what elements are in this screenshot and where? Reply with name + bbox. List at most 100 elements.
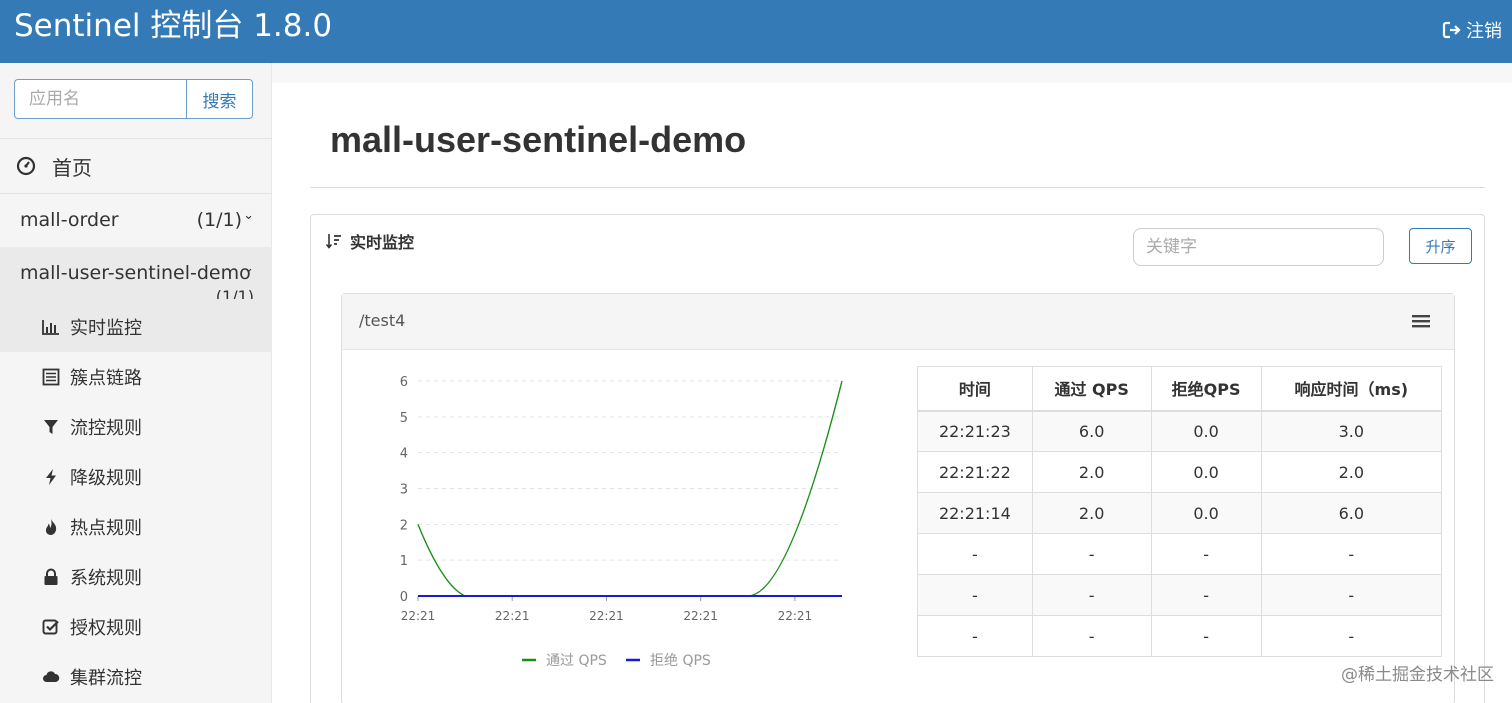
app-search-input[interactable] xyxy=(14,79,186,119)
panel-title: 实时监控 xyxy=(326,229,414,253)
sidebar-item-degrade-rules[interactable]: 降级规则 xyxy=(0,452,272,502)
sidebar-item-label: 授权规则 xyxy=(70,618,142,639)
lock-icon xyxy=(42,568,60,586)
sidebar-item-label: 实时监控 xyxy=(70,318,142,339)
sidebar-item-hotspot-rules[interactable]: 热点规则 xyxy=(0,502,272,552)
monitor-panel: 实时监控 升序 /test4 0 1 2 3 4 5 6 22:21 22:21 22:21 22:… xyxy=(310,214,1485,703)
sign-out-icon xyxy=(1442,21,1461,39)
sidebar-item-cluster-flow[interactable]: 集群流控 xyxy=(0,652,272,702)
top-navbar: Sentinel 控制台 1.8.0 注销 xyxy=(0,0,1512,63)
cell-rt: 3.0 xyxy=(1260,410,1443,452)
y-tick-label: 1 xyxy=(400,554,408,569)
cell-block-qps: 0.0 xyxy=(1150,451,1262,493)
cell-rt: - xyxy=(1260,533,1443,575)
cell-pass-qps: - xyxy=(1031,533,1152,575)
cell-block-qps: 0.0 xyxy=(1150,410,1262,452)
legend-label: 通过 QPS xyxy=(546,653,607,669)
resource-card: /test4 0 1 2 3 4 5 6 22:21 22:21 22:21 22:21 22:21 通… xyxy=(341,293,1455,703)
panel-title-label: 实时监控 xyxy=(350,233,415,252)
table-row: - - - - xyxy=(917,574,1443,616)
cell-rt: 2.0 xyxy=(1260,451,1443,493)
y-tick-label: 3 xyxy=(400,483,408,498)
cell-block-qps: - xyxy=(1150,615,1262,657)
sidebar-item-label: 热点规则 xyxy=(70,518,142,539)
table-row: 22:21:23 6.0 0.0 3.0 xyxy=(917,410,1443,452)
sidebar-item-label: 集群流控 xyxy=(70,668,142,689)
table-row: - - - - xyxy=(917,615,1443,657)
y-tick-label: 5 xyxy=(400,411,408,426)
page-title: mall-user-sentinel-demo xyxy=(330,119,747,160)
sidebar-item-label: 系统规则 xyxy=(70,568,142,589)
list-icon xyxy=(42,368,60,386)
column-header-pass-qps: 通过 QPS xyxy=(1031,366,1152,412)
column-header-rt: 响应时间（ms) xyxy=(1260,366,1443,412)
cell-time: 22:21:22 xyxy=(917,451,1033,493)
cell-pass-qps: - xyxy=(1031,574,1152,616)
dashboard-icon xyxy=(16,156,36,176)
x-tick-label: 22:21 xyxy=(495,609,530,623)
cell-time: - xyxy=(917,615,1033,657)
y-tick-label: 4 xyxy=(400,447,408,462)
keyword-input[interactable] xyxy=(1133,228,1384,266)
fire-icon xyxy=(42,518,60,536)
y-tick-label: 0 xyxy=(400,590,408,605)
app-count: (1/1) xyxy=(196,209,242,231)
cell-block-qps: - xyxy=(1150,533,1262,575)
sidebar-item-realtime-monitor[interactable]: 实时监控 xyxy=(0,302,272,352)
chevron-down-icon: ⌄ xyxy=(243,261,254,276)
cell-block-qps: - xyxy=(1150,574,1262,616)
y-tick-label: 6 xyxy=(400,375,408,390)
sidebar-item-auth-rules[interactable]: 授权规则 xyxy=(0,602,272,652)
sidebar: 搜索 首页 mall-order (1/1) ⌄ mall-user-senti… xyxy=(0,63,272,703)
sidebar-item-label: 降级规则 xyxy=(70,468,142,489)
cell-pass-qps: 2.0 xyxy=(1031,492,1152,534)
table-header-row: 时间 通过 QPS 拒绝QPS 响应时间（ms) xyxy=(917,366,1443,412)
stats-table: 时间 通过 QPS 拒绝QPS 响应时间（ms) 22:21:23 6.0 0.… xyxy=(917,366,1443,657)
table-row: 22:21:14 2.0 0.0 6.0 xyxy=(917,492,1443,534)
sidebar-item-label: 簇点链路 xyxy=(70,368,142,389)
column-header-time: 时间 xyxy=(917,366,1033,412)
app-search: 搜索 xyxy=(14,79,253,119)
x-tick-label: 22:21 xyxy=(589,609,624,623)
menu-icon[interactable] xyxy=(1412,314,1430,330)
app-name: mall-order xyxy=(20,209,119,231)
sidebar-item-home[interactable]: 首页 xyxy=(0,139,272,193)
logout-button[interactable]: 注销 xyxy=(1442,17,1502,43)
flash-icon xyxy=(42,468,60,486)
column-header-block-qps: 拒绝QPS xyxy=(1150,366,1262,412)
app-count: (1/1) xyxy=(215,287,254,299)
table-row: 22:21:22 2.0 0.0 2.0 xyxy=(917,451,1443,493)
sort-asc-button[interactable]: 升序 xyxy=(1409,228,1472,264)
cell-time: - xyxy=(917,574,1033,616)
resource-header: /test4 xyxy=(342,294,1454,350)
cell-time: 22:21:14 xyxy=(917,492,1033,534)
cell-pass-qps: 6.0 xyxy=(1031,410,1152,452)
cell-rt: - xyxy=(1260,615,1443,657)
qps-line-chart: 0 1 2 3 4 5 6 22:21 22:21 22:21 22:21 22:21 通过 QPS 拒绝… xyxy=(400,375,843,669)
legend-label: 拒绝 QPS xyxy=(650,653,711,669)
sidebar-app-mall-order[interactable]: mall-order (1/1) ⌄ xyxy=(0,194,272,247)
sidebar-item-system-rules[interactable]: 系统规则 xyxy=(0,552,272,602)
cell-rt: 6.0 xyxy=(1260,492,1443,534)
table-row: - - - - xyxy=(917,533,1443,575)
chevron-down-icon: ⌄ xyxy=(243,208,254,223)
sidebar-app-mall-user-sentinel-demo[interactable]: mall-user-sentinel-demo ⌄ (1/1) xyxy=(0,247,272,299)
cell-time: - xyxy=(917,533,1033,575)
x-tick-label: 22:21 xyxy=(778,609,813,623)
sidebar-item-label: 流控规则 xyxy=(70,418,142,439)
search-button[interactable]: 搜索 xyxy=(186,79,253,119)
logout-label: 注销 xyxy=(1466,21,1502,42)
cell-rt: - xyxy=(1260,574,1443,616)
sort-amount-icon xyxy=(326,234,341,249)
main-content: mall-user-sentinel-demo 实时监控 升序 /test4 xyxy=(272,63,1512,703)
y-tick-label: 2 xyxy=(400,518,408,533)
x-tick-label: 22:21 xyxy=(683,609,718,623)
cell-pass-qps: 2.0 xyxy=(1031,451,1152,493)
sidebar-item-label: 首页 xyxy=(52,155,92,180)
bar-chart-icon xyxy=(42,318,60,336)
x-tick-label: 22:21 xyxy=(401,609,436,623)
sidebar-item-cluster-link[interactable]: 簇点链路 xyxy=(0,352,272,402)
app-title[interactable]: Sentinel 控制台 1.8.0 xyxy=(14,6,332,46)
divider xyxy=(310,187,1485,188)
sidebar-item-flow-rules[interactable]: 流控规则 xyxy=(0,402,272,452)
